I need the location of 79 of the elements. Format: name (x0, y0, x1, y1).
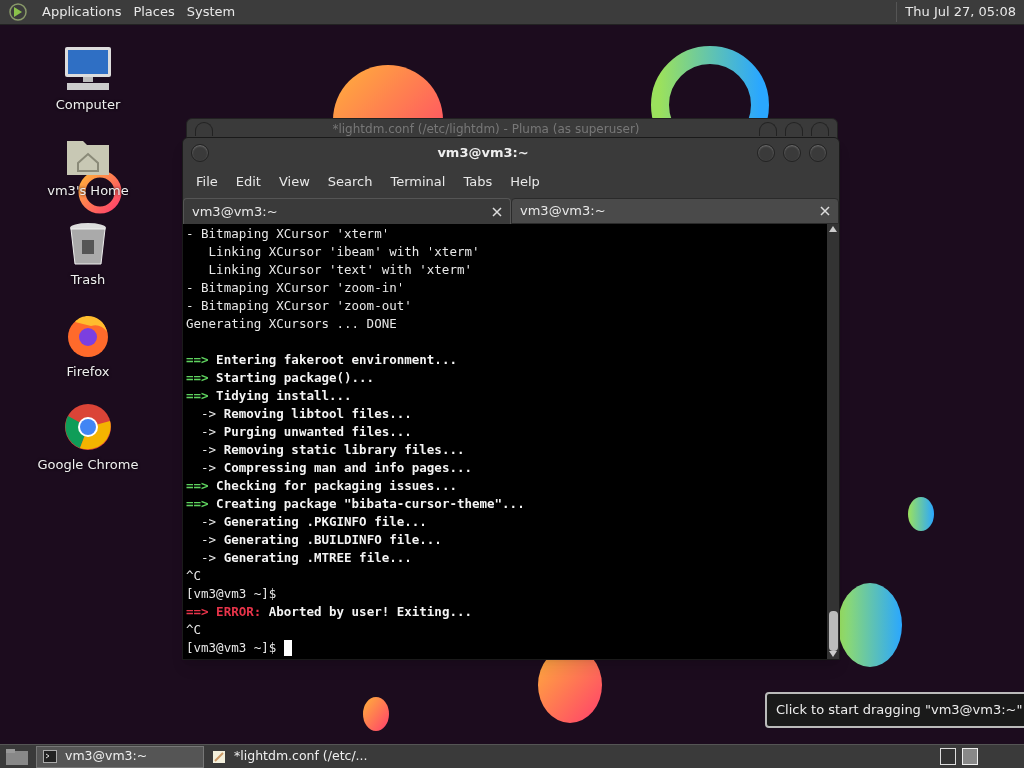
menu-item[interactable]: File (187, 172, 227, 192)
terminal-text: ==> (186, 386, 210, 405)
scrollbar-thumb[interactable] (828, 611, 838, 651)
tooltip-text: Click to start dragging "vm3@vm3:~" (776, 701, 1023, 720)
window-title: vm3@vm3:~ (436, 144, 530, 163)
terminal-text: Aborted by user! Exiting... (268, 602, 472, 621)
desktop-icon-label[interactable]: Computer (55, 95, 121, 115)
terminal-text: Compressing man and info pages... (223, 458, 472, 477)
window-control-button[interactable] (783, 144, 801, 162)
terminal-text: -> (200, 512, 218, 531)
terminal-text: Generating .PKGINFO file... (223, 512, 427, 531)
terminal-text: Linking XCursor 'text' with 'xterm' (207, 260, 472, 279)
terminal-text: -> (200, 440, 218, 459)
terminal-tab[interactable]: vm3@vm3:~ (511, 198, 839, 224)
window-control-button[interactable] (757, 144, 775, 162)
window-title: *lightdm.conf (/etc/lightdm) - Pluma (as superuser) (331, 122, 641, 136)
menu-item[interactable]: View (269, 172, 319, 192)
terminal-text: Checking for packaging issues... (216, 476, 457, 495)
terminal-tab[interactable]: vm3@vm3:~ (183, 198, 511, 224)
terminal-text: ^C (186, 620, 202, 639)
notepad-icon (212, 749, 226, 764)
menu-item[interactable]: Edit (226, 172, 270, 192)
panel-menu[interactable]: Places (127, 2, 181, 22)
terminal-text: Entering fakeroot environment... (216, 350, 457, 369)
taskbar-button[interactable]: *lightdm.conf (/etc/... (206, 745, 374, 768)
trash-icon (68, 222, 108, 266)
terminal-text: - Bitmaping XCursor 'xterm' (186, 224, 390, 243)
terminal-text: [vm3@vm3 ~]$ (186, 584, 277, 603)
terminal-text: ^C (186, 566, 202, 585)
menu-item[interactable]: Help (501, 172, 549, 192)
terminal-text: Removing libtool files... (223, 404, 412, 423)
scroll-down-arrow-icon[interactable] (829, 651, 837, 657)
terminal-text: ==> (186, 494, 210, 513)
desktop-icon-label[interactable]: Firefox (66, 361, 110, 381)
terminal-text: Generating .BUILDINFO file... (223, 530, 442, 549)
terminal-icon (43, 750, 57, 763)
terminal-text: Tidying install... (216, 386, 352, 405)
panel-menu[interactable]: Applications (36, 2, 128, 22)
terminal-text: Removing static library files... (223, 440, 465, 459)
workspace-button[interactable] (940, 748, 956, 765)
terminal-text: -> (200, 458, 218, 477)
panel-menu[interactable]: System (180, 2, 242, 22)
terminal-text: -> (200, 548, 218, 567)
tab-label: vm3@vm3:~ (520, 202, 607, 221)
menu-item[interactable]: Search (318, 172, 382, 192)
terminal-text: ==> (186, 368, 210, 387)
terminal-text: ==> ERROR: (186, 602, 263, 621)
clock[interactable]: Thu Jul 27, 05:08 (896, 2, 1020, 22)
terminal-text: - Bitmaping XCursor 'zoom-out' (186, 296, 412, 315)
text-cursor (283, 640, 292, 656)
terminal-text: Generating .MTREE file... (223, 548, 412, 567)
terminal-text: [vm3@vm3 ~]$ (186, 638, 278, 657)
computer-icon (63, 45, 113, 91)
chrome-icon (64, 403, 112, 451)
terminal-text: -> (200, 404, 218, 423)
terminal-text: -> (200, 422, 218, 441)
window-menu-button[interactable] (191, 144, 209, 162)
terminal-text: Purging unwanted files... (223, 422, 412, 441)
terminal-text: ==> (186, 476, 210, 495)
close-icon[interactable] (492, 206, 502, 217)
window-control-button[interactable] (809, 144, 827, 162)
terminal-text: Starting package()... (216, 368, 375, 387)
scrollbar[interactable] (827, 224, 839, 659)
taskbar-button[interactable]: vm3@vm3:~ (36, 745, 204, 768)
close-icon[interactable] (820, 206, 830, 216)
terminal-text: Linking XCursor 'ibeam' with 'xterm' (207, 242, 480, 261)
desktop-icon-label[interactable]: Google Chrome (37, 455, 139, 475)
terminal-text: -> (200, 530, 218, 549)
tab-label: vm3@vm3:~ (192, 202, 279, 221)
show-desktop-icon[interactable] (4, 746, 30, 767)
logo-icon (8, 2, 28, 22)
terminal-text: ==> (186, 350, 210, 369)
terminal-text: Creating package "bibata-cursor-theme"... (216, 494, 525, 513)
scroll-up-arrow-icon[interactable] (829, 226, 837, 232)
desktop-icon-label[interactable]: Trash (70, 270, 106, 290)
terminal-text: Generating XCursors ... DONE (186, 314, 397, 333)
menu-item[interactable]: Tabs (454, 172, 502, 192)
menu-item[interactable]: Terminal (381, 172, 455, 192)
terminal-text: - Bitmaping XCursor 'zoom-in' (186, 278, 405, 297)
